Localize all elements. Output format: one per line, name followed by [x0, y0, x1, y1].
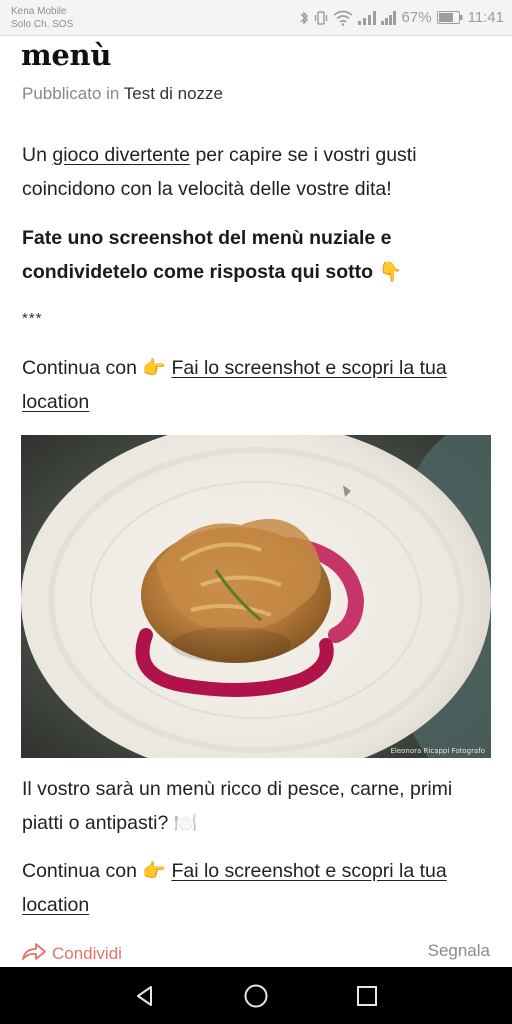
body-paragraph: Il vostro sarà un menù ricco di pesce, c…: [22, 772, 492, 840]
continue-prefix: Continua con: [22, 357, 143, 379]
post-actions: Condividi Segnala: [0, 941, 512, 967]
share-icon: [21, 941, 47, 966]
status-indicators: 67% 11:41: [299, 9, 504, 26]
plate-cutlery-icon: 🍽️: [173, 812, 198, 834]
share-label: Condividi: [52, 943, 122, 963]
separator: ***: [22, 310, 43, 327]
battery-percent: 67%: [401, 9, 432, 26]
published-in-label: Pubblicato in: [22, 84, 120, 103]
carrier-info: Kena Mobile Solo Ch. SOS: [11, 5, 73, 31]
home-button[interactable]: [236, 976, 276, 1016]
pointing-down-icon: 👇: [378, 261, 403, 283]
back-triangle-icon: [137, 985, 153, 1006]
system-navigation-bar: [0, 967, 512, 1024]
plated-dish-image: [21, 435, 491, 758]
report-button[interactable]: Segnala: [428, 941, 490, 961]
recents-button[interactable]: [347, 976, 387, 1016]
pointing-right-icon-2: 👉: [142, 860, 167, 882]
category-link[interactable]: Test di nozze: [124, 84, 223, 103]
battery-icon: [436, 11, 463, 24]
instruction-text: Fate uno screenshot del menù nuziale e c…: [22, 227, 392, 283]
intro-link[interactable]: gioco divertente: [52, 144, 190, 166]
home-circle-icon: [244, 984, 268, 1007]
continue-paragraph-1: Continua con 👉 Fai lo screenshot e scopr…: [22, 351, 492, 419]
clock: 11:41: [467, 9, 504, 26]
wifi-icon: [333, 10, 353, 26]
intro-paragraph: Un gioco divertente per capire se i vost…: [22, 138, 492, 206]
post-content: menù Pubblicato in Test di nozze Un gioc…: [0, 36, 512, 967]
continue-prefix-2: Continua con: [22, 860, 143, 882]
status-bar: Kena Mobile Solo Ch. SOS 67% 11:41: [0, 0, 512, 36]
instruction-paragraph: Fate uno screenshot del menù nuziale e c…: [22, 221, 492, 289]
pointing-right-icon: 👉: [142, 357, 167, 379]
recents-square-icon: [356, 985, 377, 1006]
carrier-name: Kena Mobile: [11, 5, 67, 17]
body-text: Il vostro sarà un menù ricco di pesce, c…: [22, 778, 453, 834]
post-title: menù: [21, 38, 112, 72]
photo-credit: Eleonora Ricappi Fotografo: [390, 747, 485, 755]
dish-photo[interactable]: Eleonora Ricappi Fotografo: [21, 435, 491, 758]
post-meta: Pubblicato in Test di nozze: [22, 84, 223, 104]
bluetooth-icon: [299, 10, 309, 26]
signal-icon: [357, 10, 376, 25]
intro-prefix: Un: [22, 144, 53, 166]
carrier-status: Solo Ch. SOS: [11, 18, 74, 30]
continue-paragraph-2: Continua con 👉 Fai lo screenshot e scopr…: [22, 854, 492, 922]
vibrate-icon: [314, 10, 328, 26]
back-button[interactable]: [125, 976, 165, 1016]
share-button[interactable]: Condividi: [21, 941, 122, 966]
signal-icon-secondary: [380, 10, 397, 25]
